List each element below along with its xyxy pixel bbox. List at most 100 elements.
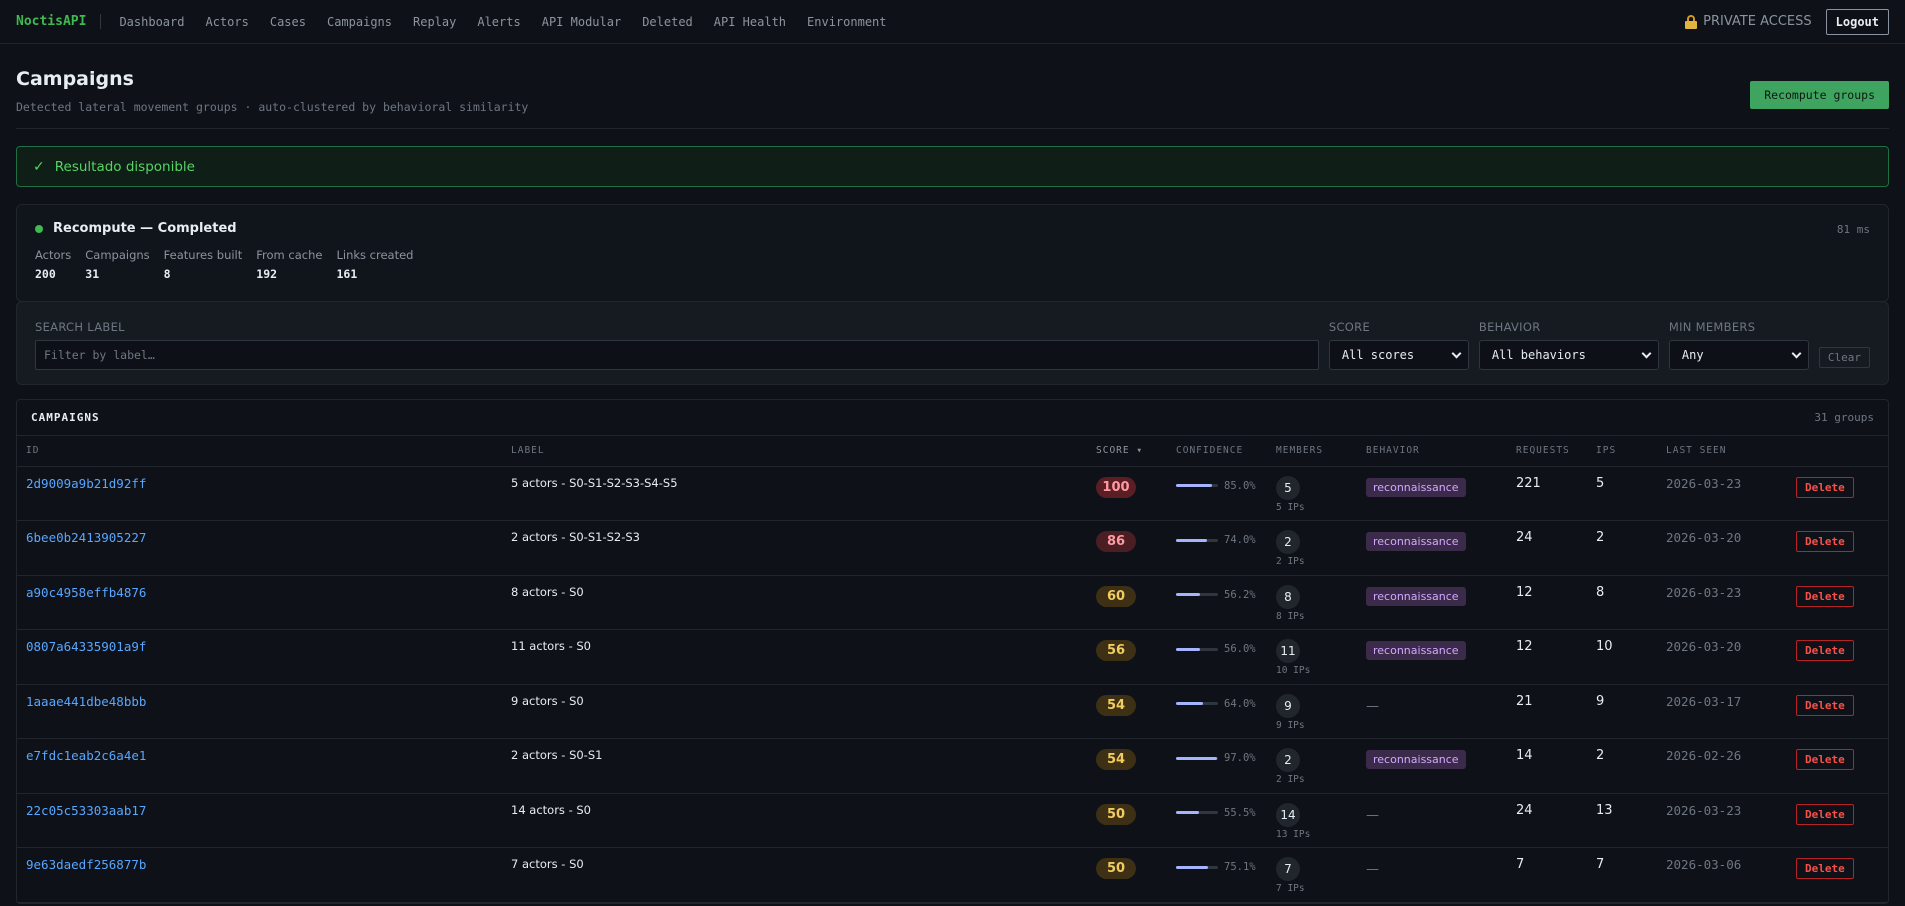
score-select[interactable]: All scores (1328, 340, 1469, 370)
delete-button[interactable]: Delete (1796, 476, 1854, 498)
col-confidence[interactable]: CONFIDENCE (1167, 436, 1267, 467)
campaign-id-link[interactable]: 0807a64335901a9f (26, 639, 146, 654)
campaign-id-link[interactable]: 1aaae441dbe48bbb (26, 694, 146, 709)
delete-button[interactable]: Delete (1796, 858, 1854, 879)
requests-count: 24 (1516, 530, 1533, 545)
cell-id: 6bee0b2413905227 (17, 520, 502, 576)
col-members[interactable]: MEMBERS (1267, 436, 1357, 467)
chevron-down-icon (1641, 348, 1652, 358)
cell-id: a90c4958effb4876 (17, 575, 502, 630)
behavior-empty: — (1366, 862, 1379, 877)
delete-button[interactable]: Delete (1796, 803, 1854, 825)
score-badge: 56 (1096, 640, 1136, 661)
behavior-filter: BEHAVIOR All behaviors (1478, 320, 1659, 370)
cell-ips: 13 (1587, 793, 1657, 848)
campaign-id-link[interactable]: a90c4958effb4876 (26, 585, 146, 600)
cell-id: 22c05c53303aab17 (17, 793, 502, 848)
last-seen-date: 2026-02-26 (1666, 748, 1742, 763)
nav-link-campaigns[interactable]: Campaigns (327, 15, 392, 29)
cell-score: 60 (1087, 575, 1167, 630)
chevron-down-icon (1451, 348, 1462, 358)
campaign-id-link[interactable]: 2d9009a9b21d92ff (26, 476, 146, 491)
stat-links-created: Links created 161 (336, 248, 413, 281)
campaign-id-link[interactable]: e7fdc1eab2c6a4e1 (26, 748, 146, 763)
stat-campaigns: Campaigns 31 (85, 248, 149, 281)
nav-link-dashboard[interactable]: Dashboard (119, 15, 184, 29)
confidence-bar-fill (1176, 593, 1200, 596)
campaign-id-link[interactable]: 22c05c53303aab17 (26, 803, 146, 818)
table-row[interactable]: 22c05c53303aab17 14 actors - S0 50 55.5% 14 1… (17, 793, 1888, 848)
confidence-value: 74.0% (1224, 534, 1256, 546)
nav-link-replay[interactable]: Replay (413, 15, 456, 29)
table-row[interactable]: 1aaae441dbe48bbb 9 actors - S0 54 64.0% 9 9 I… (17, 684, 1888, 739)
cell-label: 2 actors - S0-S1 (502, 738, 1087, 794)
cell-score: 54 (1087, 684, 1167, 739)
campaign-id-link[interactable]: 6bee0b2413905227 (26, 530, 146, 545)
col-score[interactable]: SCORE ▾ (1087, 436, 1167, 467)
col-requests[interactable]: REQUESTS (1507, 436, 1587, 467)
cell-last-seen: 2026-03-17 (1657, 684, 1787, 739)
campaign-label: 7 actors - S0 (511, 857, 584, 871)
col-label[interactable]: LABEL (502, 436, 1087, 467)
recompute-groups-button[interactable]: Recompute groups (1750, 81, 1889, 109)
min-members-select[interactable]: Any (1668, 340, 1809, 370)
nav-link-api-modular[interactable]: API Modular (542, 15, 621, 29)
confidence-bar (1176, 811, 1218, 814)
col-last-seen[interactable]: LAST SEEN (1657, 436, 1787, 467)
col-id[interactable]: ID (17, 436, 502, 467)
delete-button[interactable]: Delete (1796, 640, 1854, 661)
stat-value: 31 (85, 267, 100, 281)
ips-count: 9 (1596, 693, 1605, 709)
campaign-id-link[interactable]: 9e63daedf256877b (26, 857, 146, 872)
cell-behavior: reconnaissance (1357, 520, 1507, 576)
col-behavior[interactable]: BEHAVIOR (1357, 436, 1507, 467)
table-row[interactable]: 2d9009a9b21d92ff 5 actors - S0-S1-S2-S3-S… (17, 466, 1888, 521)
brand-logo[interactable]: NoctisAPI (16, 14, 102, 29)
requests-count: 7 (1516, 857, 1525, 872)
score-badge: 50 (1096, 858, 1136, 879)
table-row[interactable]: 9e63daedf256877b 7 actors - S0 50 75.1% 7 7 I… (17, 847, 1888, 903)
nav-link-environment[interactable]: Environment (807, 15, 886, 29)
confidence-bar (1176, 756, 1218, 760)
table-row[interactable]: e7fdc1eab2c6a4e1 2 actors - S0-S1 54 97.0% 2… (17, 738, 1888, 794)
recompute-stats: Actors 200 Campaigns 31 Features built 8… (35, 248, 1870, 281)
cell-requests: 221 (1507, 466, 1587, 521)
members-count: 7 (1276, 857, 1300, 881)
last-seen-date: 2026-03-17 (1666, 693, 1742, 709)
col-ips[interactable]: IPS (1587, 436, 1657, 467)
delete-button[interactable]: Delete (1796, 531, 1854, 552)
score-badge: 50 (1096, 803, 1136, 825)
members-count: 5 (1276, 475, 1300, 500)
behavior-tag: reconnaissance (1366, 750, 1466, 769)
cell-requests: 21 (1507, 684, 1587, 739)
cell-id: 2d9009a9b21d92ff (17, 466, 502, 521)
behavior-empty: — (1366, 807, 1379, 823)
delete-button[interactable]: Delete (1796, 585, 1854, 607)
nav-link-cases[interactable]: Cases (270, 15, 306, 29)
nav-link-deleted[interactable]: Deleted (642, 15, 693, 29)
cell-score: 50 (1087, 847, 1167, 903)
delete-button[interactable]: Delete (1796, 694, 1854, 716)
nav-link-alerts[interactable]: Alerts (477, 15, 520, 29)
search-input[interactable]: Filter by label… (35, 340, 1319, 370)
cell-requests: 24 (1507, 793, 1587, 848)
page-subtitle: Detected lateral movement groups · auto-… (16, 100, 529, 114)
table-row[interactable]: 6bee0b2413905227 2 actors - S0-S1-S2-S3 86… (17, 520, 1888, 576)
nav-link-api-health[interactable]: API Health (714, 15, 786, 29)
members-ips: 8 IPs (1276, 610, 1305, 622)
stat-label: Campaigns (85, 248, 150, 262)
table-row[interactable]: 0807a64335901a9f 11 actors - S0 56 56.0% 11 1… (17, 629, 1888, 685)
clear-filters-button[interactable]: Clear (1818, 347, 1870, 368)
delete-button[interactable]: Delete (1796, 749, 1854, 770)
private-access-label: PRIVATE ACCESS (1703, 14, 1812, 29)
score-filter-label: SCORE (1328, 320, 1371, 334)
behavior-select[interactable]: All behaviors (1478, 340, 1659, 370)
table-row[interactable]: a90c4958effb4876 8 actors - S0 60 56.2% 8 8 I… (17, 575, 1888, 630)
confidence-bar (1176, 702, 1218, 705)
confidence-bar-fill (1176, 756, 1217, 760)
logout-button[interactable]: Logout (1825, 8, 1889, 35)
cell-score: 100 (1087, 466, 1167, 521)
chevron-down-icon (1791, 348, 1802, 358)
nav-link-actors[interactable]: Actors (205, 15, 248, 29)
campaign-label: 11 actors - S0 (511, 639, 592, 653)
